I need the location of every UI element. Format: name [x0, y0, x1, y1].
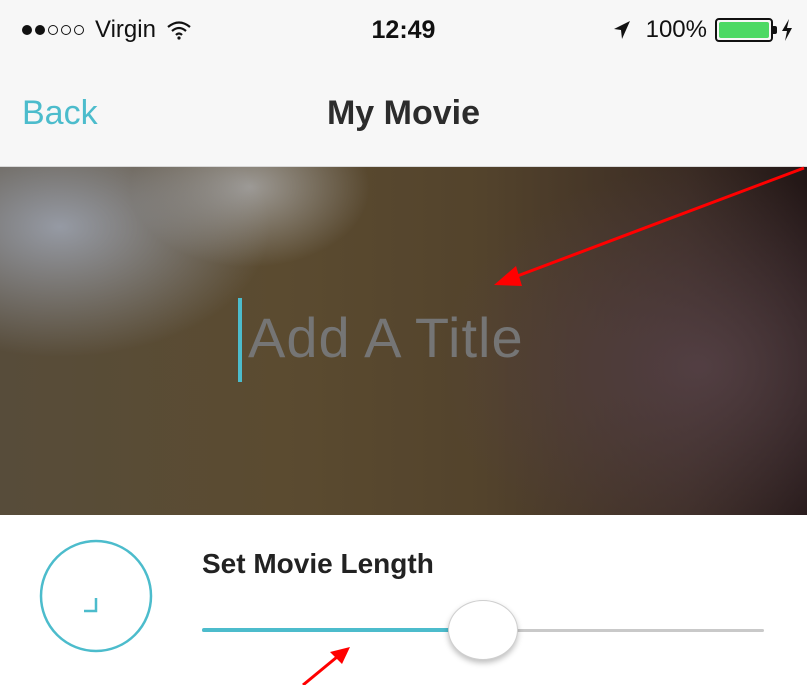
movie-title-input[interactable]: [248, 305, 668, 370]
text-cursor: [238, 298, 242, 382]
location-arrow-icon: [613, 21, 630, 39]
battery-percent: 100%: [645, 16, 707, 43]
battery-icon: [715, 18, 777, 42]
page-title: My Movie: [326, 94, 481, 132]
clock-icon: [39, 539, 153, 653]
status-bar: Virgin 12:49 100%: [0, 0, 807, 66]
movie-length-slider[interactable]: [202, 600, 764, 660]
charging-bolt-icon: [782, 19, 792, 41]
slider-fill: [202, 628, 483, 632]
right-status: 100%: [612, 16, 793, 44]
battery-level: [719, 22, 769, 38]
navigation-bar: Back My Movie: [0, 66, 807, 167]
slider-thumb[interactable]: [448, 600, 518, 660]
title-hero: [0, 167, 807, 515]
movie-length-label: Set Movie Length: [202, 548, 434, 579]
